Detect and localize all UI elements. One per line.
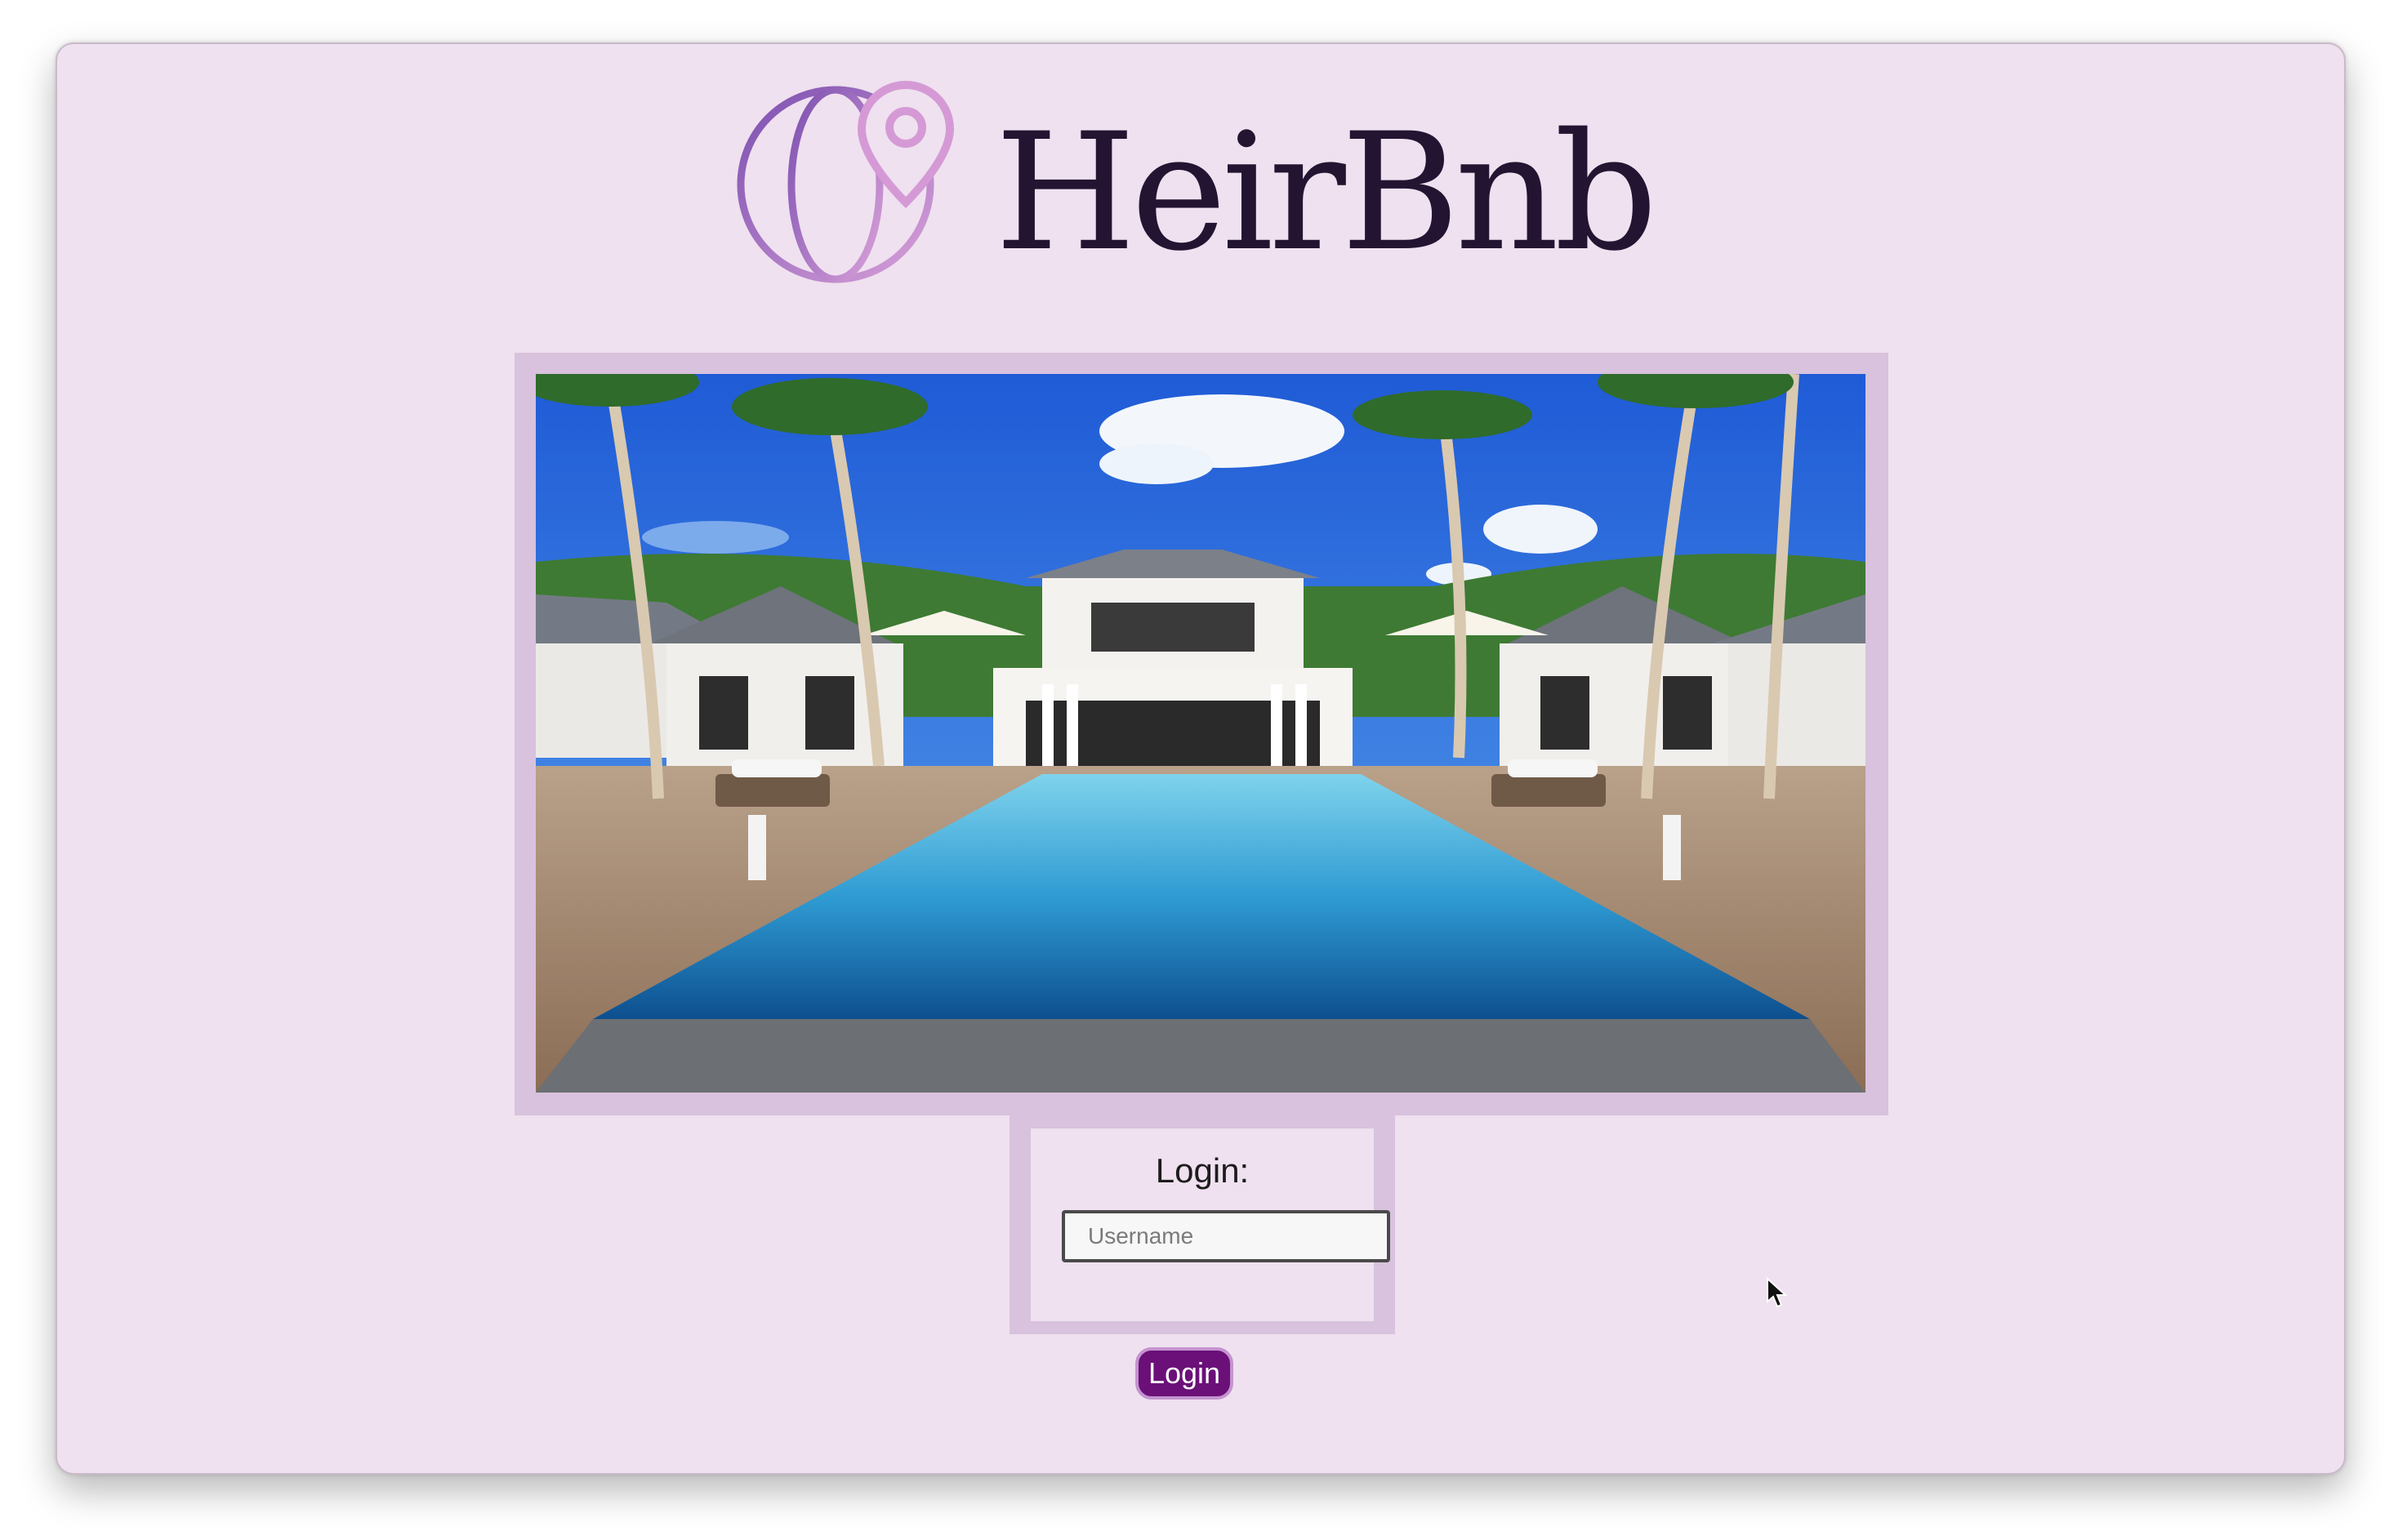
login-title: Login: [1155, 1151, 1250, 1190]
globe-pin-icon [731, 78, 968, 291]
brand-logo: HeirBnb [731, 78, 1711, 291]
hero-frame [515, 353, 1888, 1115]
username-input[interactable] [1062, 1210, 1390, 1262]
brand-name: HeirBnb [995, 98, 1658, 287]
login-panel: Login: [1010, 1115, 1395, 1334]
villa-pool-photo [536, 374, 1865, 1093]
mouse-pointer-icon [1766, 1276, 1790, 1310]
login-form: Login: [1031, 1128, 1390, 1321]
login-button[interactable]: Login [1135, 1347, 1233, 1400]
browser-window: HeirBnb Login: Username Login [56, 42, 2346, 1475]
